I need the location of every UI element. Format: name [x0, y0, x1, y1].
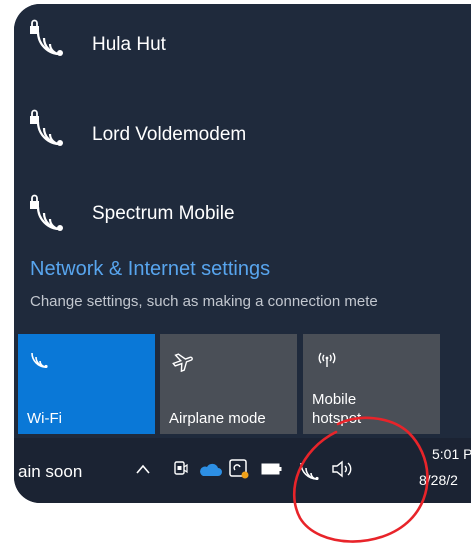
wifi-network-name: Spectrum Mobile — [92, 203, 235, 224]
wifi-secured-icon — [30, 194, 63, 231]
network-flyout: Hula Hut Lord Voldemodem Spectrum Mobile… — [14, 4, 471, 438]
airplane-mode-tile[interactable]: Airplane mode — [160, 334, 297, 434]
wifi-network-item[interactable]: Spectrum Mobile — [14, 183, 471, 243]
network-settings-description: Change settings, such as making a connec… — [30, 293, 378, 310]
tile-label-line: Mobile — [312, 391, 357, 408]
speaker-volume-icon[interactable] — [331, 460, 355, 478]
network-settings-link[interactable]: Network & Internet settings — [30, 258, 270, 281]
wifi-network-item[interactable]: Lord Voldemodem — [14, 98, 471, 158]
wifi-secured-icon — [30, 109, 63, 146]
hotspot-icon — [318, 352, 336, 367]
wifi-status-icon[interactable] — [299, 460, 321, 480]
tile-label: Airplane mode — [169, 410, 266, 427]
tile-label-line: hotspot — [312, 410, 362, 427]
onedrive-cloud-icon[interactable] — [198, 463, 222, 477]
taskbar-notification-text[interactable]: ain soon — [18, 462, 82, 482]
tile-label: Mobile hotspot — [312, 390, 361, 428]
chevron-up-icon[interactable] — [135, 462, 151, 476]
wifi-icon — [31, 352, 48, 368]
app-sync-icon[interactable] — [228, 458, 250, 480]
clock-date[interactable]: 8/28/2 — [419, 472, 458, 488]
mobile-hotspot-tile[interactable]: Mobile hotspot — [303, 334, 440, 434]
battery-icon[interactable] — [261, 462, 283, 476]
wifi-toggle-tile[interactable]: Wi-Fi — [18, 334, 155, 434]
tile-label: Wi-Fi — [27, 410, 62, 427]
wifi-network-item[interactable]: Hula Hut — [14, 8, 471, 68]
taskbar: ain soon 5:01 P 8/28/2 — [14, 438, 471, 503]
wifi-secured-icon — [30, 19, 63, 56]
wifi-network-name: Hula Hut — [92, 34, 166, 55]
screen: Hula Hut Lord Voldemodem Spectrum Mobile… — [14, 4, 471, 503]
airplane-icon — [172, 353, 193, 372]
meet-now-icon[interactable] — [173, 460, 189, 478]
wifi-network-name: Lord Voldemodem — [92, 124, 247, 145]
clock-time[interactable]: 5:01 P — [432, 446, 471, 462]
